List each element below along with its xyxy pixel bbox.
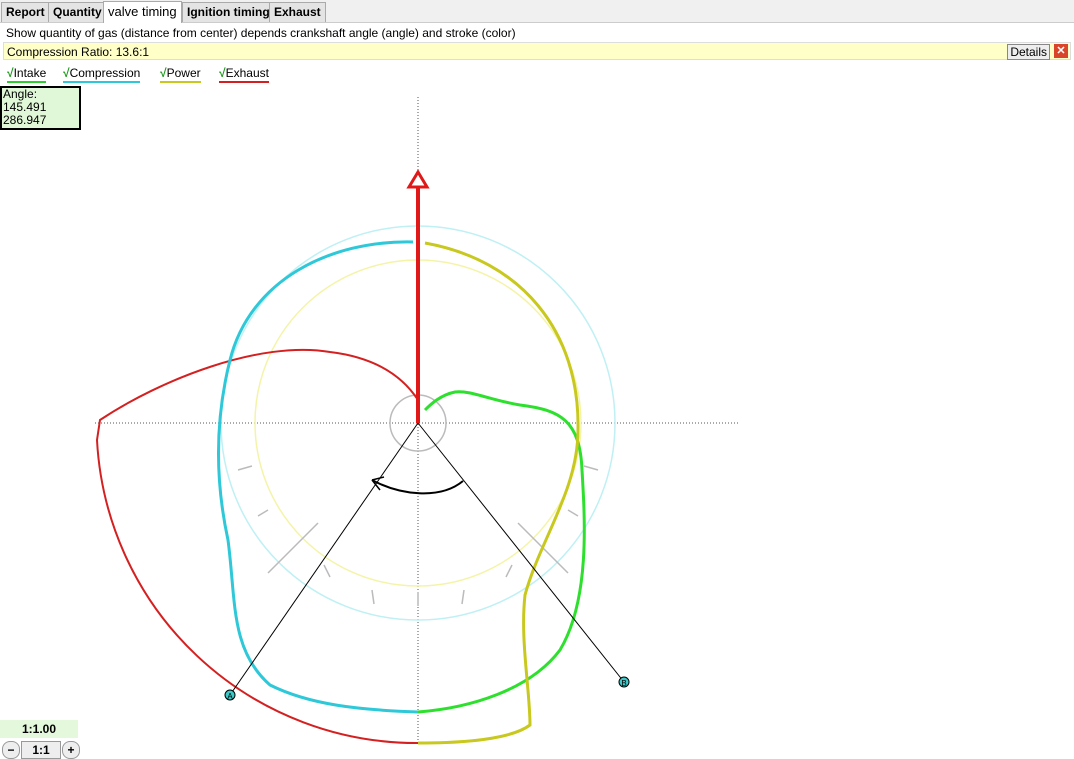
zoom-in-button[interactable]: + — [62, 741, 80, 759]
line-a — [229, 422, 419, 696]
zoom-out-button[interactable]: − — [2, 741, 20, 759]
zoom-reset-button[interactable]: 1:1 — [21, 741, 61, 759]
power-curve — [417, 241, 580, 745]
zoom-level: 1:1.00 — [0, 720, 78, 738]
valve-timing-diagram[interactable]: A B — [0, 0, 1074, 759]
marker-a[interactable]: A — [224, 689, 236, 701]
compression-curve — [217, 240, 419, 714]
intake-curve — [417, 390, 586, 714]
arrow-head-icon — [406, 169, 430, 189]
svg-text:B: B — [621, 679, 626, 688]
rotation-arc — [371, 479, 464, 495]
line-b — [417, 422, 625, 683]
exhaust-curve — [95, 348, 419, 745]
svg-text:A: A — [227, 692, 233, 701]
marker-b[interactable]: B — [618, 676, 630, 688]
